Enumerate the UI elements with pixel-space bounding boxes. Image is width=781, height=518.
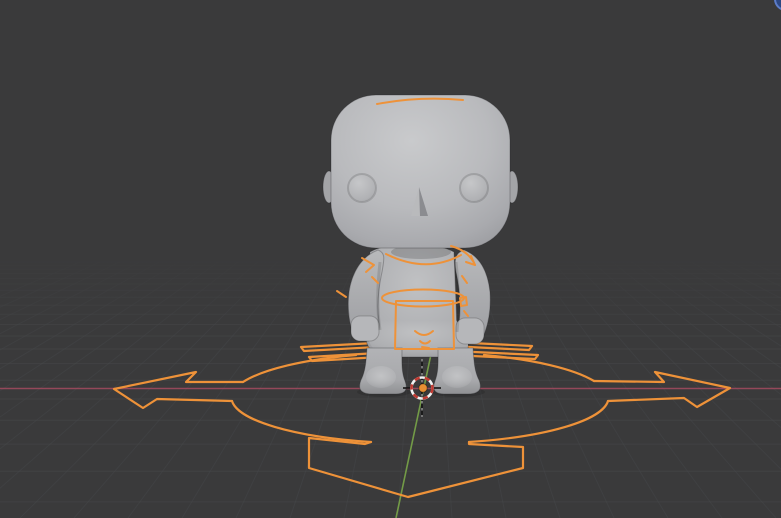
hand-right[interactable] xyxy=(455,317,485,345)
foot-right-highlight xyxy=(442,366,472,388)
object-origin-dot xyxy=(418,383,428,393)
head[interactable] xyxy=(330,94,511,249)
blender-viewport[interactable] xyxy=(0,0,781,518)
hand-left[interactable] xyxy=(350,315,380,342)
pelvis-tick[interactable] xyxy=(421,346,430,349)
eye-right xyxy=(460,174,488,202)
foot-left-highlight xyxy=(366,366,396,388)
eye-left xyxy=(348,174,376,202)
